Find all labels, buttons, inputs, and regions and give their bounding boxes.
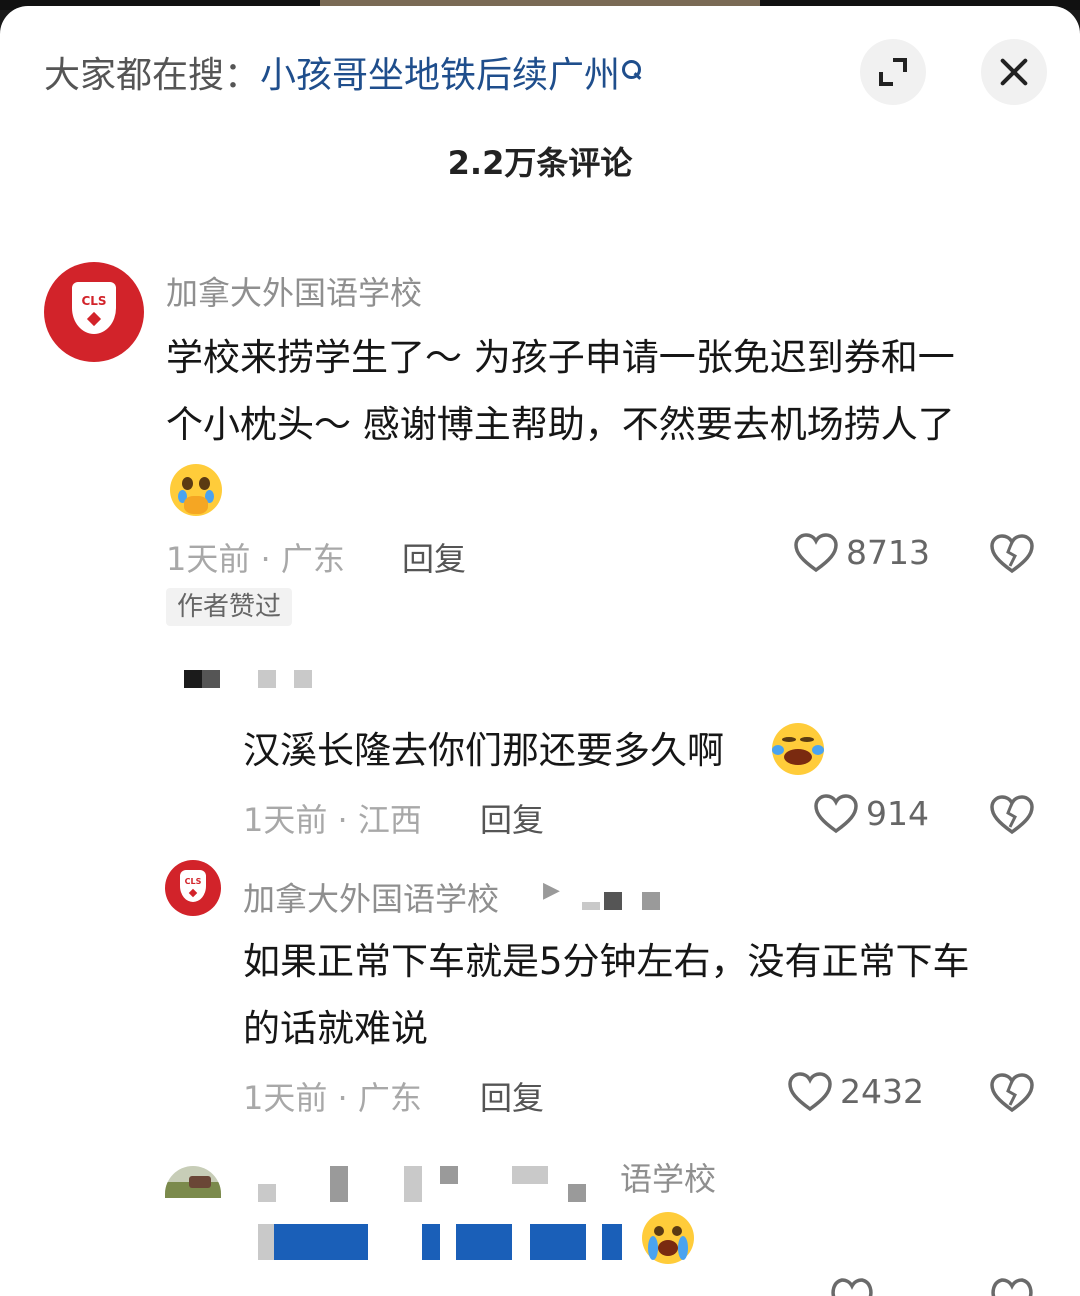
maple-leaf-icon	[188, 888, 198, 898]
author-liked-badge: 作者赞过	[166, 588, 293, 626]
expand-button[interactable]	[860, 39, 926, 105]
close-icon	[998, 56, 1030, 88]
maple-leaf-icon	[86, 311, 102, 327]
redacted-username-block	[202, 670, 220, 688]
laughing-crying-emoji-icon	[772, 723, 824, 775]
trending-search-term[interactable]: 小孩哥坐地铁后续广州	[260, 55, 620, 96]
reply-button[interactable]: 回复	[480, 795, 544, 841]
like-button[interactable]: 8713	[794, 529, 934, 577]
reply-button[interactable]: 回复	[402, 534, 466, 580]
dislike-broken-heart-icon[interactable]	[990, 534, 1034, 574]
redacted-text-block	[274, 1224, 368, 1260]
avatar-crest-text: CLS	[184, 877, 202, 886]
redacted-text-block	[258, 1224, 274, 1260]
school-crest-icon: CLS	[180, 870, 206, 902]
school-crest-icon: CLS	[72, 282, 116, 334]
like-button[interactable]: 914	[814, 790, 934, 838]
dislike-broken-heart-icon[interactable]	[990, 1073, 1034, 1113]
trending-search-prefix: 大家都在搜：	[44, 55, 261, 96]
like-button[interactable]: 2432	[788, 1068, 934, 1116]
redacted-text-block	[456, 1224, 512, 1260]
redacted-username-block	[512, 1166, 548, 1184]
reply-username-fragment[interactable]: 语学校	[620, 1154, 716, 1200]
comment-text-line-1: 学校来捞学生了～ 为孩子申请一张免迟到券和一	[166, 336, 955, 379]
heart-icon[interactable]	[830, 1278, 874, 1296]
comment-text-line-2: 个小枕头～ 感谢博主帮助，不然要去机场捞人了	[166, 403, 955, 446]
comment-meta: 1天前 · 广东	[166, 540, 345, 578]
loudly-crying-emoji-icon	[642, 1212, 694, 1264]
reply-to-arrow-icon: ▶	[543, 878, 560, 903]
expand-icon	[879, 58, 907, 86]
avatar[interactable]	[165, 1166, 221, 1198]
reply-meta: 1天前 · 江西	[243, 801, 422, 839]
redacted-username-block	[294, 670, 312, 688]
reply-button[interactable]: 回复	[480, 1073, 544, 1119]
redacted-username-block	[440, 1166, 458, 1184]
redacted-username-block	[568, 1184, 586, 1202]
redacted-text-block	[530, 1224, 586, 1260]
avatar[interactable]: CLS	[165, 860, 221, 916]
comments-sheet: 大家都在搜：小孩哥坐地铁后续广州 2.2万条评论 CLS 加拿大外国语学校 学校…	[0, 6, 1080, 1296]
redacted-username-block	[258, 1184, 276, 1202]
redacted-username-block	[582, 902, 600, 910]
like-count: 8713	[846, 533, 930, 572]
like-count: 2432	[840, 1072, 924, 1111]
reply-text-line-2: 的话就难说	[243, 1007, 428, 1050]
redacted-username-block	[604, 892, 622, 910]
search-icon[interactable]	[620, 54, 642, 82]
heart-icon	[794, 533, 838, 573]
comment-username[interactable]: 加拿大外国语学校	[166, 268, 422, 314]
reply-username[interactable]: 加拿大外国语学校	[243, 874, 499, 920]
heart-icon	[814, 794, 858, 834]
redacted-username-block	[184, 670, 202, 688]
comment-count-title: 2.2万条评论	[447, 144, 633, 182]
redacted-username-block	[258, 670, 276, 688]
pleading-hands-emoji-icon	[170, 464, 222, 516]
reply-text: 汉溪长隆去你们那还要多久啊	[243, 729, 724, 772]
redacted-username-block	[642, 892, 660, 910]
avatar[interactable]: CLS	[44, 262, 144, 362]
reply-meta: 1天前 · 广东	[243, 1079, 422, 1117]
trending-search-bar[interactable]: 大家都在搜：小孩哥坐地铁后续广州	[44, 52, 642, 100]
like-count: 914	[866, 794, 929, 833]
avatar-crest-text: CLS	[81, 294, 107, 308]
close-button[interactable]	[981, 39, 1047, 105]
reply-text-line-1: 如果正常下车就是5分钟左右，没有正常下车	[243, 940, 970, 983]
dislike-broken-heart-icon[interactable]	[990, 795, 1034, 835]
redacted-text-block	[602, 1224, 622, 1260]
redacted-username-block	[404, 1166, 422, 1202]
redacted-username-block	[330, 1166, 348, 1202]
heart-icon	[788, 1072, 832, 1112]
dislike-broken-heart-icon[interactable]	[990, 1278, 1034, 1296]
redacted-text-block	[422, 1224, 440, 1260]
